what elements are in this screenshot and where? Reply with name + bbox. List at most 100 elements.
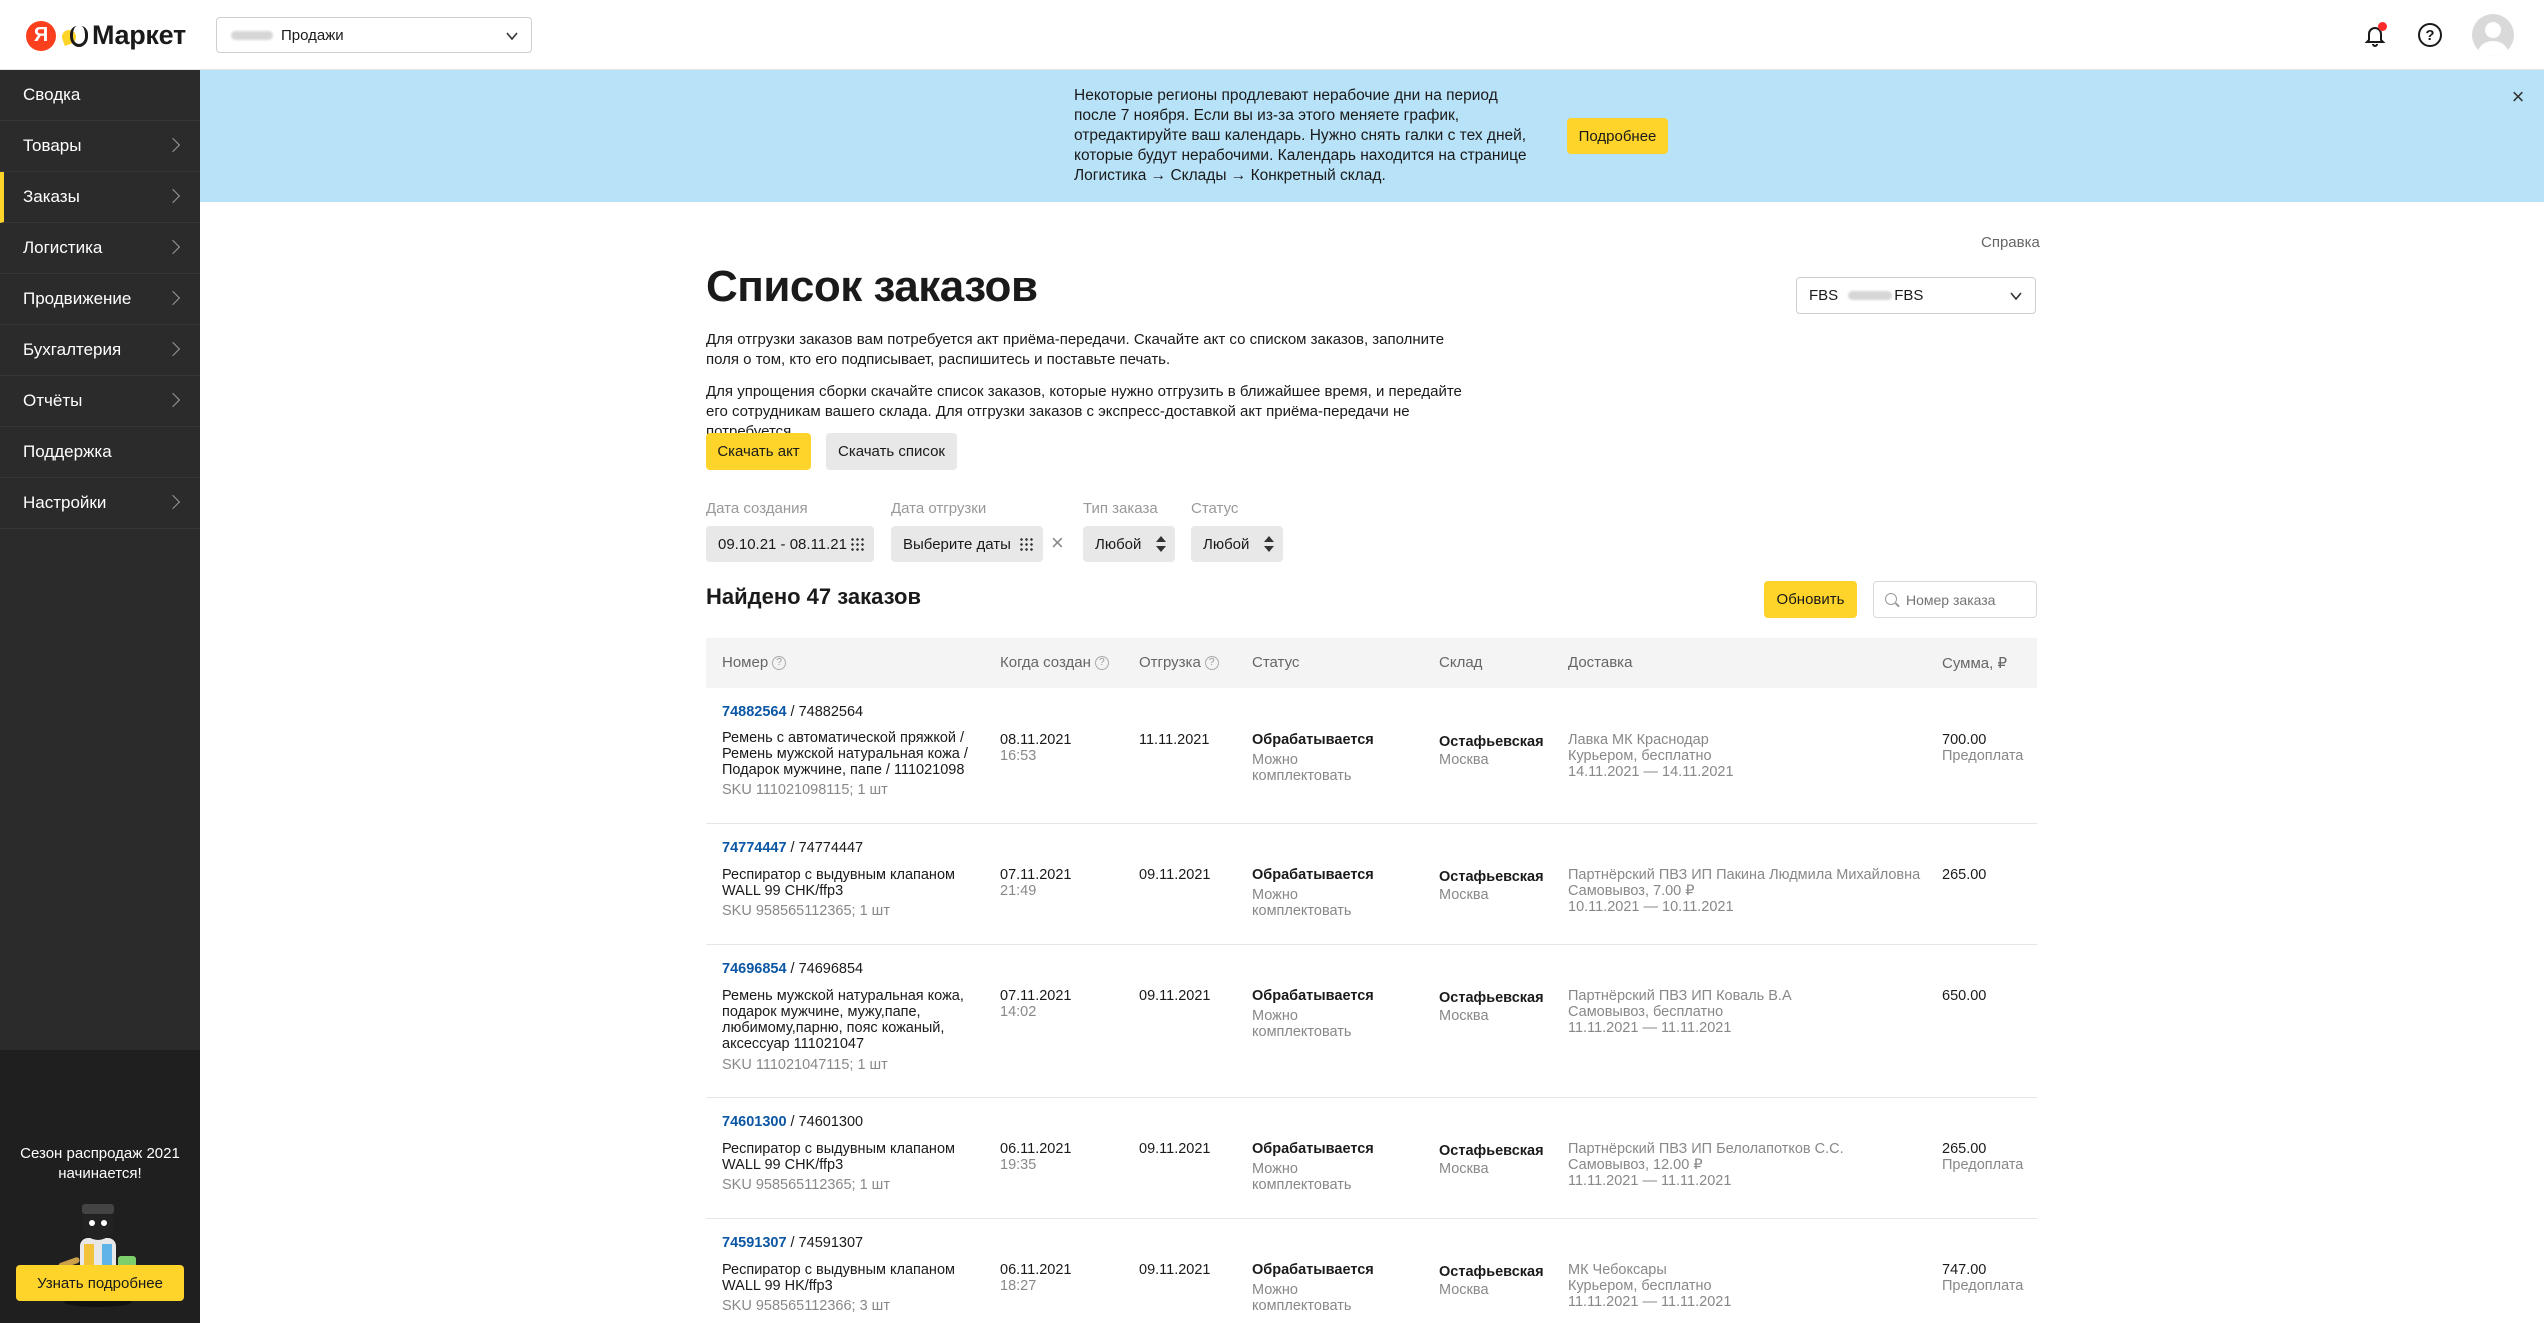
order-number-search-input[interactable]: [1873, 581, 2037, 618]
order-substatus: Можно комплектовать: [1252, 1282, 1352, 1314]
sidebar-item-reports[interactable]: Отчёты: [0, 376, 200, 427]
sidebar-item-support[interactable]: Поддержка: [0, 427, 200, 478]
info-icon[interactable]: ?: [1204, 655, 1219, 670]
table-row[interactable]: 74591307 / 74591307 Респиратор с выдувны…: [706, 1219, 2037, 1323]
store-prefix: FBS: [1809, 287, 1839, 304]
help-icon[interactable]: ?: [2418, 23, 2442, 47]
order-status: Обрабатывается: [1252, 1262, 1374, 1278]
table-row[interactable]: 74601300 / 74601300 Респиратор с выдувны…: [706, 1098, 2037, 1219]
order-sku: SKU 958565112365; 1 шт: [722, 903, 890, 919]
close-icon[interactable]: ×: [2506, 86, 2530, 110]
sidebar-item-settings[interactable]: Настройки: [0, 478, 200, 529]
column-sum: Сумма, ₽: [1942, 654, 2007, 672]
sidebar-item-logistics[interactable]: Логистика: [0, 223, 200, 274]
download-act-button[interactable]: Скачать акт: [706, 433, 811, 470]
info-banner: Некоторые регионы продлевают нерабочие д…: [200, 70, 2544, 202]
order-ship-date: 09.11.2021: [1139, 988, 1211, 1004]
sidebar-item-label: Настройки: [23, 493, 107, 512]
order-description: Ремень с автоматической пряжкой / Ремень…: [722, 730, 968, 778]
table-row[interactable]: 74696854 / 74696854 Ремень мужской натур…: [706, 945, 2037, 1098]
notifications-bell-icon[interactable]: [2362, 22, 2388, 48]
clear-filter-icon[interactable]: ×: [1051, 530, 1064, 556]
delivery-method: Курьером, бесплатно: [1568, 748, 1712, 764]
info-icon[interactable]: ?: [1094, 655, 1109, 670]
order-sku: SKU 958565112365; 1 шт: [722, 1177, 890, 1193]
chevron-down-icon: [506, 32, 518, 41]
delivery-method: Самовывоз, 12.00 ₽: [1568, 1157, 1703, 1173]
filter-created-label: Дата создания: [706, 500, 808, 517]
order-id-secondary: / 74696854: [786, 961, 864, 977]
sidebar-item-label: Товары: [23, 136, 82, 155]
search-icon: [1885, 593, 1897, 605]
filter-created-date[interactable]: 09.10.21 - 08.11.21: [706, 526, 874, 562]
table-row[interactable]: 74882564 / 74882564 Ремень с автоматичес…: [706, 688, 2037, 824]
order-id-link[interactable]: 74591307: [722, 1235, 787, 1251]
order-id-link[interactable]: 74601300: [722, 1114, 787, 1130]
table-row[interactable]: 74774447 / 74774447 Респиратор с выдувны…: [706, 824, 2037, 945]
order-id-link[interactable]: 74696854: [722, 961, 787, 977]
chevron-right-icon: [165, 290, 181, 306]
order-warehouse-city: Москва: [1439, 1282, 1489, 1298]
order-description: Респиратор с выдувным клапаном WALL 99 C…: [722, 1141, 955, 1173]
promo-learn-more-button[interactable]: Узнать подробнее: [16, 1265, 184, 1301]
filter-ship-date[interactable]: Выберите даты: [891, 526, 1043, 562]
act-instructions-text: Для отгрузки заказов вам потребуется акт…: [706, 331, 1445, 368]
refresh-button[interactable]: Обновить: [1764, 581, 1857, 618]
delivery-period: 14.11.2021 — 14.11.2021: [1568, 764, 1734, 780]
orders-table-header: Номер? Когда создан? Отгрузка? Статус Ск…: [706, 638, 2037, 688]
store-select[interactable]: FBS FBS: [1796, 277, 2036, 314]
yandex-market-logo[interactable]: Я Маркет: [26, 20, 186, 51]
order-warehouse: Остафьевская: [1439, 869, 1544, 885]
filter-status-select[interactable]: Любой: [1191, 526, 1283, 562]
order-sum: 747.00: [1942, 1262, 1987, 1278]
list-instructions-text: Для упрощения сборки скачайте список зак…: [706, 383, 1462, 440]
order-status: Обрабатывается: [1252, 1141, 1374, 1157]
sidebar-item-label: Поддержка: [23, 442, 112, 461]
sidebar-item-accounting[interactable]: Бухгалтерия: [0, 325, 200, 376]
order-status: Обрабатывается: [1252, 867, 1374, 883]
sidebar-item-orders[interactable]: Заказы: [0, 172, 200, 223]
order-id-secondary: / 74601300: [786, 1114, 864, 1130]
sidebar-item-label: Отчёты: [23, 391, 83, 410]
help-link[interactable]: Справка: [1981, 234, 2040, 251]
sidebar-item-summary[interactable]: Сводка: [0, 70, 200, 121]
avatar[interactable]: [2472, 14, 2514, 56]
sidebar-item-products[interactable]: Товары: [0, 121, 200, 172]
column-delivery: Доставка: [1568, 654, 1632, 671]
order-ship-date: 09.11.2021: [1139, 1141, 1211, 1157]
sidebar-item-label: Логистика: [23, 238, 103, 257]
download-list-button[interactable]: Скачать список: [826, 433, 957, 470]
order-id-link[interactable]: 74774447: [722, 840, 787, 856]
order-id-link[interactable]: 74882564: [722, 704, 787, 720]
column-number[interactable]: Номер?: [722, 654, 787, 671]
delivery-point: МК Чебоксары: [1568, 1262, 1667, 1278]
order-substatus: Можно комплектовать: [1252, 1161, 1352, 1193]
order-ship-date: 11.11.2021: [1139, 732, 1210, 748]
banner-more-button[interactable]: Подробнее: [1567, 118, 1668, 154]
filter-created-value: 09.10.21 - 08.11.21: [718, 535, 847, 553]
order-id-secondary: / 74591307: [786, 1235, 864, 1251]
column-shipment[interactable]: Отгрузка?: [1139, 654, 1219, 671]
payment-type: Предоплата: [1942, 748, 2024, 764]
delivery-period: 11.11.2021 — 11.11.2021: [1568, 1294, 1732, 1310]
sidebar-item-promotion[interactable]: Продвижение: [0, 274, 200, 325]
info-icon[interactable]: ?: [772, 655, 787, 670]
filter-type-select[interactable]: Любой: [1083, 526, 1175, 562]
chevron-right-icon: [165, 137, 181, 153]
order-sku: SKU 958565112366; 3 шт: [722, 1298, 890, 1314]
sidebar-item-label: Заказы: [23, 187, 80, 206]
order-id-secondary: / 74882564: [786, 704, 864, 720]
order-warehouse: Остафьевская: [1439, 734, 1544, 750]
yandex-logo-icon: Я: [26, 20, 56, 51]
column-created[interactable]: Когда создан?: [1000, 654, 1109, 671]
order-status: Обрабатывается: [1252, 988, 1374, 1004]
account-select[interactable]: Продажи: [216, 17, 532, 53]
blurred-store-name: [1848, 291, 1893, 300]
order-description: Ремень мужской натуральная кожа, подарок…: [722, 988, 964, 1052]
order-substatus: Можно комплектовать: [1252, 1008, 1352, 1040]
notification-dot: [2378, 22, 2387, 31]
filter-status-label: Статус: [1191, 500, 1239, 517]
filter-ship-label: Дата отгрузки: [891, 500, 987, 517]
delivery-period: 11.11.2021 — 11.11.2021: [1568, 1173, 1732, 1189]
chevron-down-icon: [2010, 292, 2022, 301]
